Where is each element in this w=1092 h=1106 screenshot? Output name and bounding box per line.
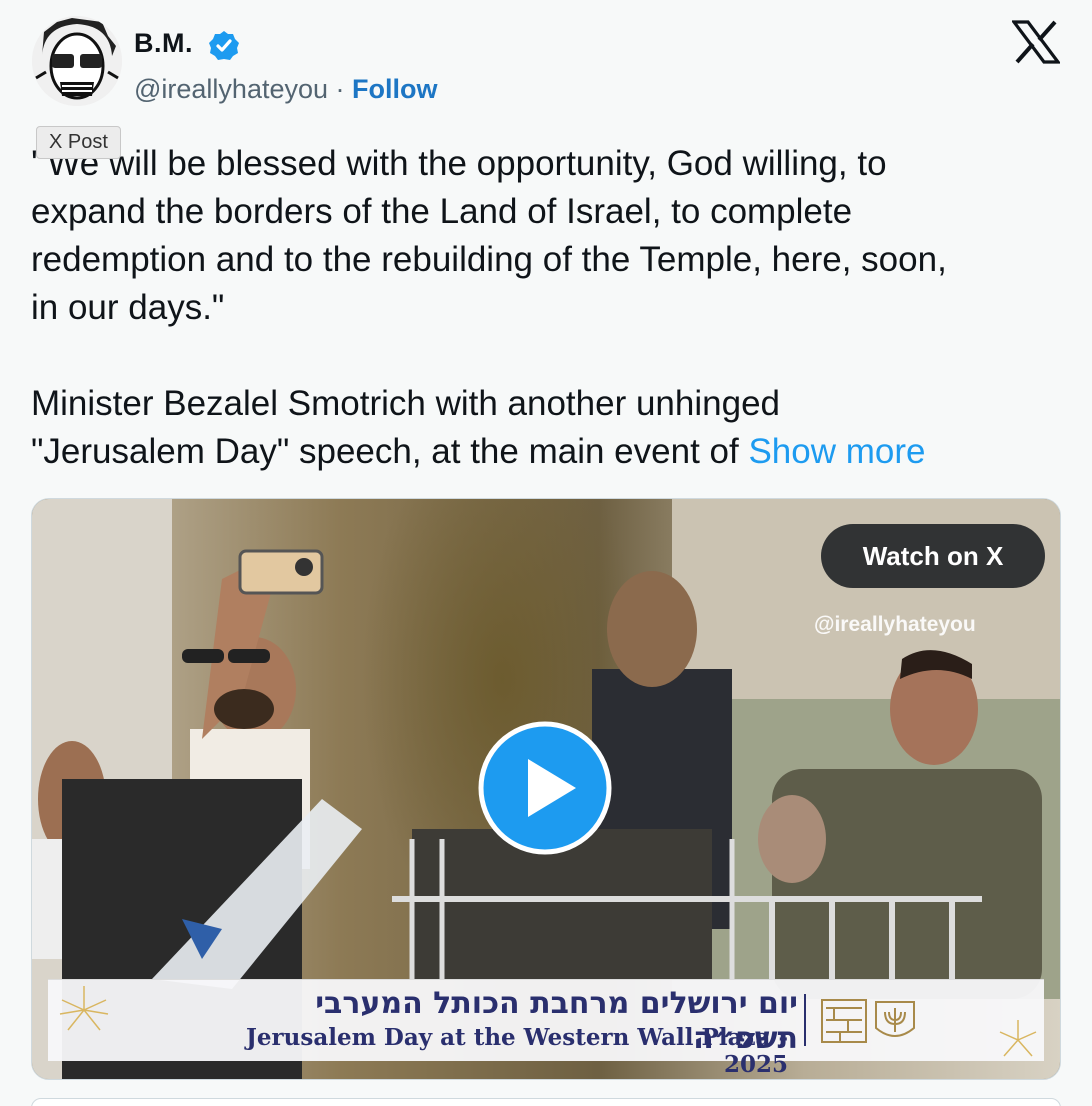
post-tooltip: X Post (36, 126, 121, 159)
author-display-name[interactable]: B.M. (134, 28, 193, 59)
video-watermark: @ireallyhateyou (814, 613, 976, 636)
avatar-illustration (32, 16, 122, 106)
tweet-body: ' We will be blessed with the opportunit… (31, 144, 947, 471)
verified-badge-icon (209, 31, 239, 60)
watch-on-x-button[interactable]: Watch on X (821, 524, 1045, 588)
author-handle[interactable]: @ireallyhateyou (134, 74, 328, 104)
x-logo-icon[interactable] (1012, 20, 1060, 64)
video-player[interactable]: Watch on X @ireallyhateyou יום ירושלים מ… (31, 498, 1061, 1080)
handle-separator: · (335, 74, 345, 104)
handle-line: @ireallyhateyou · Follow (134, 74, 438, 105)
author-avatar[interactable] (32, 16, 122, 106)
video-caption-banner: יום ירושלים מרחבת הכותל המערבי תשפ״ה Jer… (48, 979, 1044, 1078)
banner-english-text: Jerusalem Day at the Western Wall Plaza … (246, 1024, 788, 1078)
follow-link[interactable]: Follow (352, 74, 437, 104)
tweet-text: ' We will be blessed with the opportunit… (31, 140, 1076, 476)
next-card-edge (31, 1098, 1061, 1106)
play-circle-icon[interactable] (478, 721, 612, 855)
show-more-link[interactable]: Show more (748, 432, 925, 471)
emblem-icons (821, 999, 915, 1043)
banner-divider (804, 994, 806, 1046)
